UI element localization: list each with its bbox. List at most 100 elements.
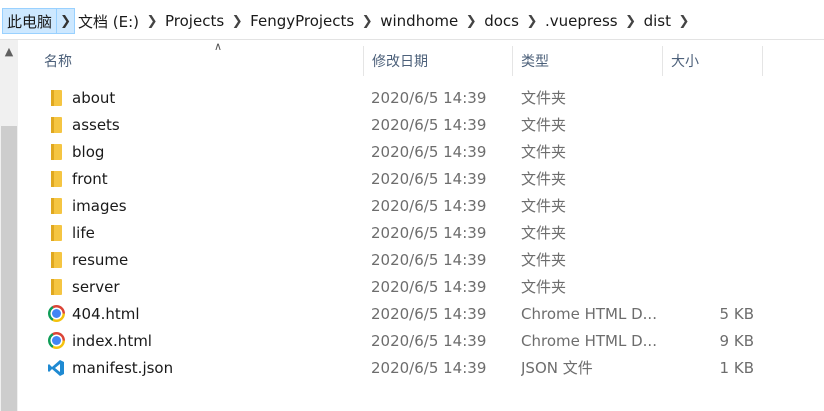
column-modified[interactable]: 修改日期 <box>363 46 513 76</box>
file-type: JSON 文件 <box>521 359 593 377</box>
file-row[interactable]: images 2020/6/5 14:39 文件夹 <box>18 192 824 219</box>
chevron-right-icon[interactable]: ❯ <box>618 14 644 29</box>
scrollbar-thumb[interactable] <box>1 126 17 411</box>
file-row[interactable]: about 2020/6/5 14:39 文件夹 <box>18 84 824 111</box>
file-name: assets <box>72 115 120 134</box>
breadcrumb-root-label: 此电脑 <box>7 12 53 31</box>
file-modified: 2020/6/5 14:39 <box>371 250 487 269</box>
file-modified: 2020/6/5 14:39 <box>371 142 487 161</box>
chevron-right-icon[interactable]: ❯ <box>354 14 380 29</box>
file-type: 文件夹 <box>521 89 567 107</box>
file-size <box>670 138 754 165</box>
breadcrumb-root[interactable]: 此电脑 ❯ <box>2 8 76 34</box>
file-modified: 2020/6/5 14:39 <box>371 358 487 377</box>
column-type[interactable]: 类型 <box>512 46 662 76</box>
file-name: front <box>72 169 108 188</box>
file-type: Chrome HTML D... <box>521 304 657 323</box>
column-name[interactable]: 名称 <box>36 46 363 76</box>
folder-icon <box>46 165 66 192</box>
breadcrumb-label: 文档 (E:) <box>78 12 140 31</box>
breadcrumb-segment[interactable]: 文档 (E:) ❯ <box>78 11 165 32</box>
file-modified: 2020/6/5 14:39 <box>371 223 487 242</box>
file-modified: 2020/6/5 14:39 <box>371 196 487 215</box>
folder-icon <box>46 138 66 165</box>
file-row[interactable]: 404.html 2020/6/5 14:39 Chrome HTML D... 5 … <box>18 300 824 327</box>
file-modified: 2020/6/5 14:39 <box>371 169 487 188</box>
file-modified: 2020/6/5 14:39 <box>371 331 487 350</box>
folder-icon <box>46 273 66 300</box>
file-size: 1 KB <box>719 358 754 377</box>
file-size <box>670 219 754 246</box>
vscode-icon <box>46 354 66 381</box>
file-row[interactable]: front 2020/6/5 14:39 文件夹 <box>18 165 824 192</box>
column-modified-label: 修改日期 <box>372 54 428 70</box>
scroll-up-icon[interactable]: ▲ <box>0 42 18 60</box>
file-list: about 2020/6/5 14:39 文件夹 assets 2020/6/5 14:… <box>18 84 824 381</box>
file-row[interactable]: life 2020/6/5 14:39 文件夹 <box>18 219 824 246</box>
vertical-scrollbar[interactable]: ▲ <box>0 40 18 411</box>
folder-icon <box>46 84 66 111</box>
chevron-right-icon[interactable]: ❯ <box>458 14 484 29</box>
file-size <box>670 111 754 138</box>
file-row[interactable]: assets 2020/6/5 14:39 文件夹 <box>18 111 824 138</box>
file-row[interactable]: index.html 2020/6/5 14:39 Chrome HTML D...… <box>18 327 824 354</box>
address-bar[interactable]: 此电脑 ❯ 文档 (E:) ❯ Projects ❯ FengyProjects ❯ … <box>0 0 824 40</box>
column-type-label: 类型 <box>521 54 549 70</box>
file-type: Chrome HTML D... <box>521 331 657 350</box>
chrome-icon <box>46 300 66 327</box>
chevron-right-icon[interactable]: ❯ <box>56 9 74 33</box>
file-name: resume <box>72 250 129 269</box>
file-type: 文件夹 <box>521 116 567 134</box>
breadcrumb-segment[interactable]: Projects ❯ <box>165 12 250 30</box>
breadcrumb-segment[interactable]: dist ❯ <box>644 12 697 30</box>
file-modified: 2020/6/5 14:39 <box>371 304 487 323</box>
file-type: 文件夹 <box>521 197 567 215</box>
file-name: about <box>72 88 116 107</box>
column-size-label: 大小 <box>671 54 699 70</box>
chevron-right-icon[interactable]: ❯ <box>671 14 697 29</box>
file-size: 9 KB <box>719 331 754 350</box>
breadcrumb-segment[interactable]: FengyProjects ❯ <box>250 12 380 30</box>
breadcrumb-segment[interactable]: .vuepress ❯ <box>545 12 644 30</box>
file-size: 5 KB <box>719 304 754 323</box>
file-row[interactable]: manifest.json 2020/6/5 14:39 JSON 文件 1 KB <box>18 354 824 381</box>
file-size <box>670 165 754 192</box>
file-name: index.html <box>72 331 152 350</box>
chevron-right-icon[interactable]: ❯ <box>224 14 250 29</box>
file-size <box>670 84 754 111</box>
file-size <box>670 192 754 219</box>
file-size <box>670 273 754 300</box>
breadcrumb-segment[interactable]: docs ❯ <box>484 12 545 30</box>
file-row[interactable]: blog 2020/6/5 14:39 文件夹 <box>18 138 824 165</box>
file-modified: 2020/6/5 14:39 <box>371 277 487 296</box>
file-name: life <box>72 223 95 242</box>
file-size <box>670 246 754 273</box>
breadcrumb: 文档 (E:) ❯ Projects ❯ FengyProjects ❯ windho… <box>78 8 697 34</box>
column-size[interactable]: 大小 <box>662 46 763 76</box>
folder-icon <box>46 219 66 246</box>
file-row[interactable]: resume 2020/6/5 14:39 文件夹 <box>18 246 824 273</box>
file-name: images <box>72 196 127 215</box>
file-row[interactable]: server 2020/6/5 14:39 文件夹 <box>18 273 824 300</box>
breadcrumb-segment[interactable]: windhome ❯ <box>380 12 484 30</box>
folder-icon <box>46 192 66 219</box>
chevron-right-icon[interactable]: ❯ <box>519 14 545 29</box>
file-type: 文件夹 <box>521 278 567 296</box>
file-type: 文件夹 <box>521 224 567 242</box>
folder-icon <box>46 246 66 273</box>
breadcrumb-label: windhome <box>380 12 459 30</box>
folder-icon <box>46 111 66 138</box>
file-type: 文件夹 <box>521 143 567 161</box>
file-name: 404.html <box>72 304 140 323</box>
breadcrumb-label: docs <box>484 12 519 30</box>
column-header: ∧ 名称 修改日期 类型 大小 <box>18 40 824 80</box>
breadcrumb-label: dist <box>643 12 671 30</box>
file-name: blog <box>72 142 105 161</box>
breadcrumb-label: FengyProjects <box>250 12 355 30</box>
breadcrumb-label: .vuepress <box>545 12 618 30</box>
file-type: 文件夹 <box>521 251 567 269</box>
file-name: server <box>72 277 120 296</box>
chevron-right-icon[interactable]: ❯ <box>139 14 165 29</box>
breadcrumb-label: Projects <box>165 12 225 30</box>
file-modified: 2020/6/5 14:39 <box>371 115 487 134</box>
